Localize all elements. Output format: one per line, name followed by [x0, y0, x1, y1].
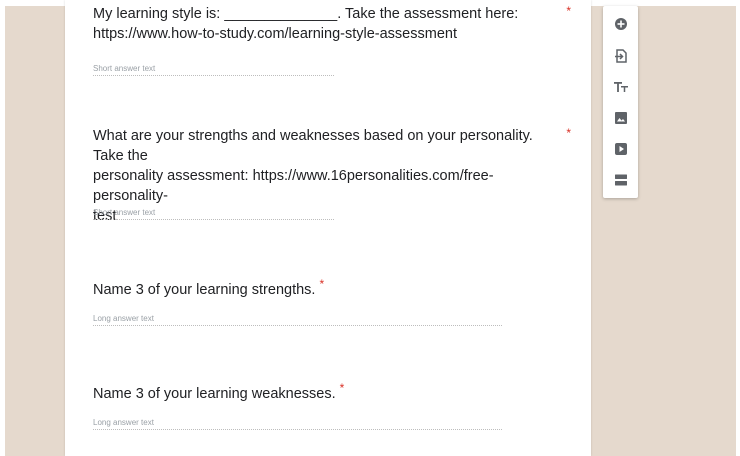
import-questions-button[interactable] — [603, 42, 638, 70]
video-icon — [614, 143, 627, 155]
question-title-text: Name 3 of your learning strengths. — [93, 281, 316, 298]
question-title: My learning style is: ______________. Ta… — [93, 4, 548, 44]
long-answer-field[interactable]: Long answer text — [93, 418, 502, 430]
question-title-line: personality assessment: https://www.16pe… — [93, 168, 494, 204]
long-answer-field[interactable]: Long answer text — [93, 314, 502, 326]
question-weaknesses[interactable]: Name 3 of your learning weaknesses. * Lo… — [93, 378, 548, 430]
add-image-button[interactable] — [603, 104, 638, 132]
required-asterisk: * — [566, 4, 571, 18]
required-asterisk: * — [566, 126, 571, 140]
question-title: Name 3 of your learning strengths. * — [93, 274, 548, 300]
form-toolbar — [603, 6, 638, 198]
short-answer-field[interactable]: Short answer text — [93, 208, 334, 220]
question-title-text: Name 3 of your learning weaknesses. — [93, 385, 336, 402]
add-question-icon — [614, 18, 627, 30]
add-section-button[interactable] — [603, 166, 638, 194]
required-asterisk: * — [319, 277, 325, 291]
image-icon — [614, 112, 627, 124]
question-title-line: What are your strengths and weaknesses b… — [93, 128, 533, 164]
question-learning-style[interactable]: My learning style is: ______________. Ta… — [93, 4, 571, 76]
right-edge — [736, 0, 740, 456]
question-title-line: My learning style is: ______________. Ta… — [93, 6, 519, 22]
form-questions-card: My learning style is: ______________. Ta… — [65, 0, 591, 456]
title-text-icon — [613, 82, 628, 92]
question-title: Name 3 of your learning weaknesses. * — [93, 378, 548, 404]
question-personality[interactable]: What are your strengths and weaknesses b… — [93, 126, 571, 226]
add-title-button[interactable] — [603, 73, 638, 101]
section-icon — [614, 174, 627, 186]
left-edge — [0, 0, 5, 456]
add-video-button[interactable] — [603, 135, 638, 163]
add-question-button[interactable] — [603, 10, 638, 38]
required-asterisk: * — [339, 381, 345, 395]
import-questions-icon — [614, 49, 627, 63]
question-title-line: https://www.how-to-study.com/learning-st… — [93, 26, 457, 42]
short-answer-field[interactable]: Short answer text — [93, 64, 334, 76]
question-strengths[interactable]: Name 3 of your learning strengths. * Lon… — [93, 274, 548, 326]
